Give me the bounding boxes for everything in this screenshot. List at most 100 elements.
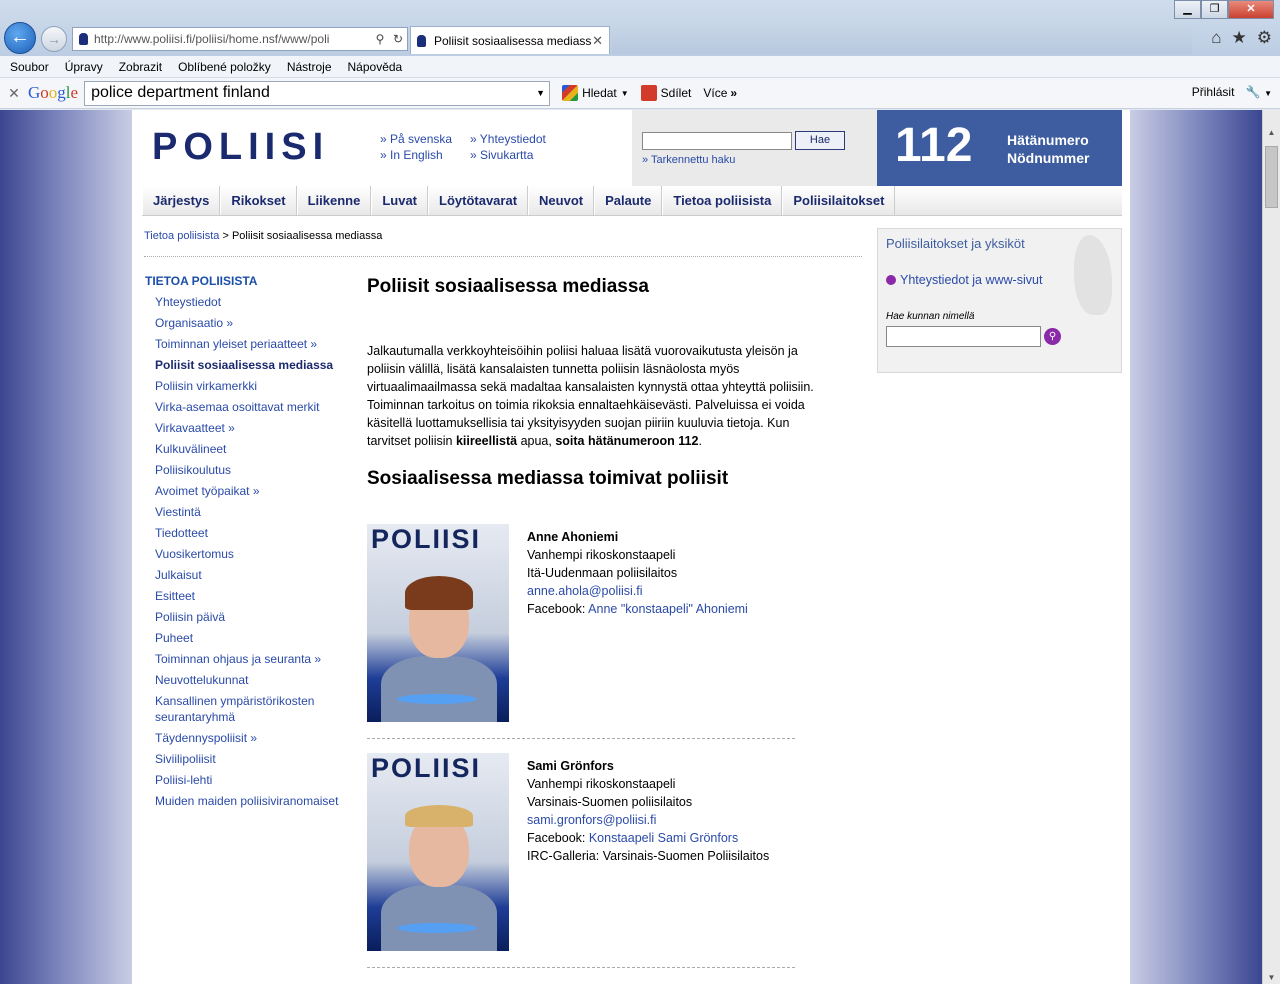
- search-go-icon[interactable]: ⚲: [1044, 328, 1061, 345]
- person-email-link[interactable]: anne.ahola@poliisi.fi: [527, 582, 748, 600]
- signin-label[interactable]: Přihlásit: [1192, 85, 1235, 99]
- left-nav-item[interactable]: Virkavaatteet »: [155, 420, 345, 436]
- nav-palaute[interactable]: Palaute: [594, 186, 663, 215]
- link-sitemap[interactable]: » Sivukartta: [470, 148, 533, 162]
- google-search-input[interactable]: police department finland ▼: [84, 80, 551, 106]
- left-nav-item[interactable]: Siviilipoliisit: [155, 751, 345, 767]
- breadcrumb-separator: >: [219, 230, 232, 242]
- forward-button[interactable]: →: [41, 26, 67, 52]
- wrench-icon[interactable]: 🔧: [1246, 85, 1261, 99]
- left-nav-item[interactable]: Virka-asemaa osoittavat merkit: [155, 399, 345, 415]
- left-nav-item[interactable]: Organisaatio »: [155, 315, 345, 331]
- left-nav-item[interactable]: Poliisin virkamerkki: [155, 378, 345, 394]
- left-nav-item[interactable]: Poliisin päivä: [155, 609, 345, 625]
- left-nav-item[interactable]: Esitteet: [155, 588, 345, 604]
- google-search-button[interactable]: Hledat ▼: [562, 85, 629, 101]
- more-button[interactable]: Více »: [703, 86, 737, 100]
- breadcrumb-parent[interactable]: Tietoa poliisista: [144, 230, 219, 242]
- blue-light: [397, 923, 477, 933]
- site-search-input[interactable]: [642, 132, 792, 150]
- back-button[interactable]: ←: [4, 22, 36, 54]
- tab-title: Poliisit sosiaalisessa mediassa: [434, 33, 593, 48]
- settings-gear-icon[interactable]: ⚙: [1257, 28, 1272, 48]
- left-nav-item[interactable]: Viestintä: [155, 504, 345, 520]
- left-nav-item[interactable]: Yhteystiedot: [155, 294, 345, 310]
- browser-titlebar: ← → http://www.poliisi.fi/poliisi/home.n…: [0, 0, 1280, 56]
- emergency-number-box: 112 Hätänumero Nödnummer: [877, 110, 1122, 186]
- site-search-button[interactable]: Hae: [795, 131, 845, 150]
- scrollbar-thumb[interactable]: [1265, 146, 1278, 208]
- hair: [405, 576, 473, 610]
- close-window-button[interactable]: ✕: [1228, 0, 1274, 19]
- nav-liikenne[interactable]: Liikenne: [296, 186, 372, 215]
- nav-loytotavarat[interactable]: Löytötavarat: [428, 186, 529, 215]
- facebook-label: Facebook:: [527, 831, 589, 845]
- nav-neuvot[interactable]: Neuvot: [528, 186, 595, 215]
- link-contact[interactable]: » Yhteystiedot: [470, 132, 546, 146]
- left-nav-item[interactable]: Kulkuvälineet: [155, 441, 345, 457]
- left-nav-item[interactable]: Poliisi-lehti: [155, 772, 345, 788]
- chevron-down-icon[interactable]: ▼: [1264, 89, 1272, 98]
- left-nav-item[interactable]: Toiminnan yleiset periaatteet »: [155, 336, 345, 352]
- share-button[interactable]: Sdílet: [640, 85, 691, 101]
- left-nav-item[interactable]: Avoimet työpaikat »: [155, 483, 345, 499]
- facebook-link[interactable]: Anne "konstaapeli" Ahoniemi: [588, 602, 748, 616]
- emergency-label-fi: Hätänumero: [1007, 132, 1089, 148]
- refresh-icon[interactable]: ↻: [389, 32, 407, 46]
- person-info: Sami Grönfors Vanhempi rikoskonstaapeli …: [527, 757, 769, 865]
- stations-link[interactable]: Yhteystiedot ja www-sivut: [886, 273, 1042, 287]
- municipality-search-input[interactable]: [886, 326, 1041, 347]
- menu-help[interactable]: Nápověda: [348, 60, 403, 74]
- link-english[interactable]: » In English: [380, 148, 443, 162]
- dropdown-arrow-icon[interactable]: ▼: [536, 88, 545, 98]
- left-nav-item[interactable]: Neuvottelukunnat: [155, 672, 345, 688]
- left-nav-item[interactable]: Vuosikertomus: [155, 546, 345, 562]
- menu-edit[interactable]: Úpravy: [65, 60, 103, 74]
- menu-view[interactable]: Zobrazit: [119, 60, 162, 74]
- advanced-search-link[interactable]: » Tarkennettu haku: [642, 154, 735, 166]
- left-nav-item[interactable]: Tiedotteet: [155, 525, 345, 541]
- close-toolbar-icon[interactable]: ✕: [0, 85, 28, 102]
- person-email-link[interactable]: sami.gronfors@poliisi.fi: [527, 811, 769, 829]
- nav-jarjestys[interactable]: Järjestys: [142, 186, 221, 215]
- minimize-button[interactable]: ▁: [1174, 0, 1201, 19]
- scroll-up-icon[interactable]: ▲: [1263, 128, 1280, 137]
- home-icon[interactable]: ⌂: [1211, 28, 1221, 48]
- stations-link-label: Yhteystiedot ja www-sivut: [900, 273, 1043, 287]
- google-plus-icon: [640, 85, 657, 101]
- address-url[interactable]: http://www.poliisi.fi/poliisi/home.nsf/w…: [94, 32, 371, 46]
- signin-area[interactable]: Přihlásit 🔧 ▼: [1192, 85, 1272, 99]
- link-svenska[interactable]: » På svenska: [380, 132, 452, 146]
- intro-end: .: [698, 434, 702, 448]
- left-nav-item[interactable]: Kansallinen ympäristörikosten seurantary…: [155, 693, 345, 725]
- left-nav-item[interactable]: Puheet: [155, 630, 345, 646]
- person-name: Anne Ahoniemi: [527, 530, 619, 544]
- left-nav-item[interactable]: Muiden maiden poliisiviranomaiset: [155, 793, 345, 809]
- vertical-scrollbar[interactable]: ▲ ▼: [1262, 110, 1280, 984]
- stations-title[interactable]: Poliisilaitokset ja yksiköt: [886, 236, 1025, 251]
- scroll-down-icon[interactable]: ▼: [1263, 973, 1280, 982]
- divider: [367, 738, 795, 739]
- close-tab-icon[interactable]: ✕: [592, 33, 603, 49]
- left-nav-item[interactable]: Täydennyspoliisit »: [155, 730, 345, 746]
- left-nav-item[interactable]: Poliisikoulutus: [155, 462, 345, 478]
- google-query[interactable]: police department finland: [91, 84, 270, 101]
- menu-file[interactable]: Soubor: [10, 60, 49, 74]
- search-icon[interactable]: ⚲: [371, 32, 389, 46]
- maximize-button[interactable]: ❐: [1201, 0, 1228, 19]
- site-logo[interactable]: POLIISI: [152, 126, 329, 169]
- menu-favorites[interactable]: Oblíbené položky: [178, 60, 271, 74]
- left-nav-heading[interactable]: TIETOA POLIISISTA: [145, 274, 257, 288]
- left-nav-item-active[interactable]: Poliisit sosiaalisessa mediassa: [155, 357, 345, 373]
- nav-tietoa-poliisista[interactable]: Tietoa poliisista: [662, 186, 783, 215]
- menu-tools[interactable]: Nástroje: [287, 60, 332, 74]
- nav-rikokset[interactable]: Rikokset: [220, 186, 297, 215]
- left-nav-item[interactable]: Julkaisut: [155, 567, 345, 583]
- nav-luvat[interactable]: Luvat: [371, 186, 429, 215]
- left-nav-item[interactable]: Toiminnan ohjaus ja seuranta »: [155, 651, 345, 667]
- facebook-link[interactable]: Konstaapeli Sami Grönfors: [589, 831, 738, 845]
- favorites-star-icon[interactable]: ★: [1232, 28, 1247, 48]
- address-bar[interactable]: http://www.poliisi.fi/poliisi/home.nsf/w…: [72, 27, 408, 51]
- nav-poliisilaitokset[interactable]: Poliisilaitokset: [782, 186, 896, 215]
- browser-tab[interactable]: Poliisit sosiaalisessa mediassa ✕: [410, 26, 610, 54]
